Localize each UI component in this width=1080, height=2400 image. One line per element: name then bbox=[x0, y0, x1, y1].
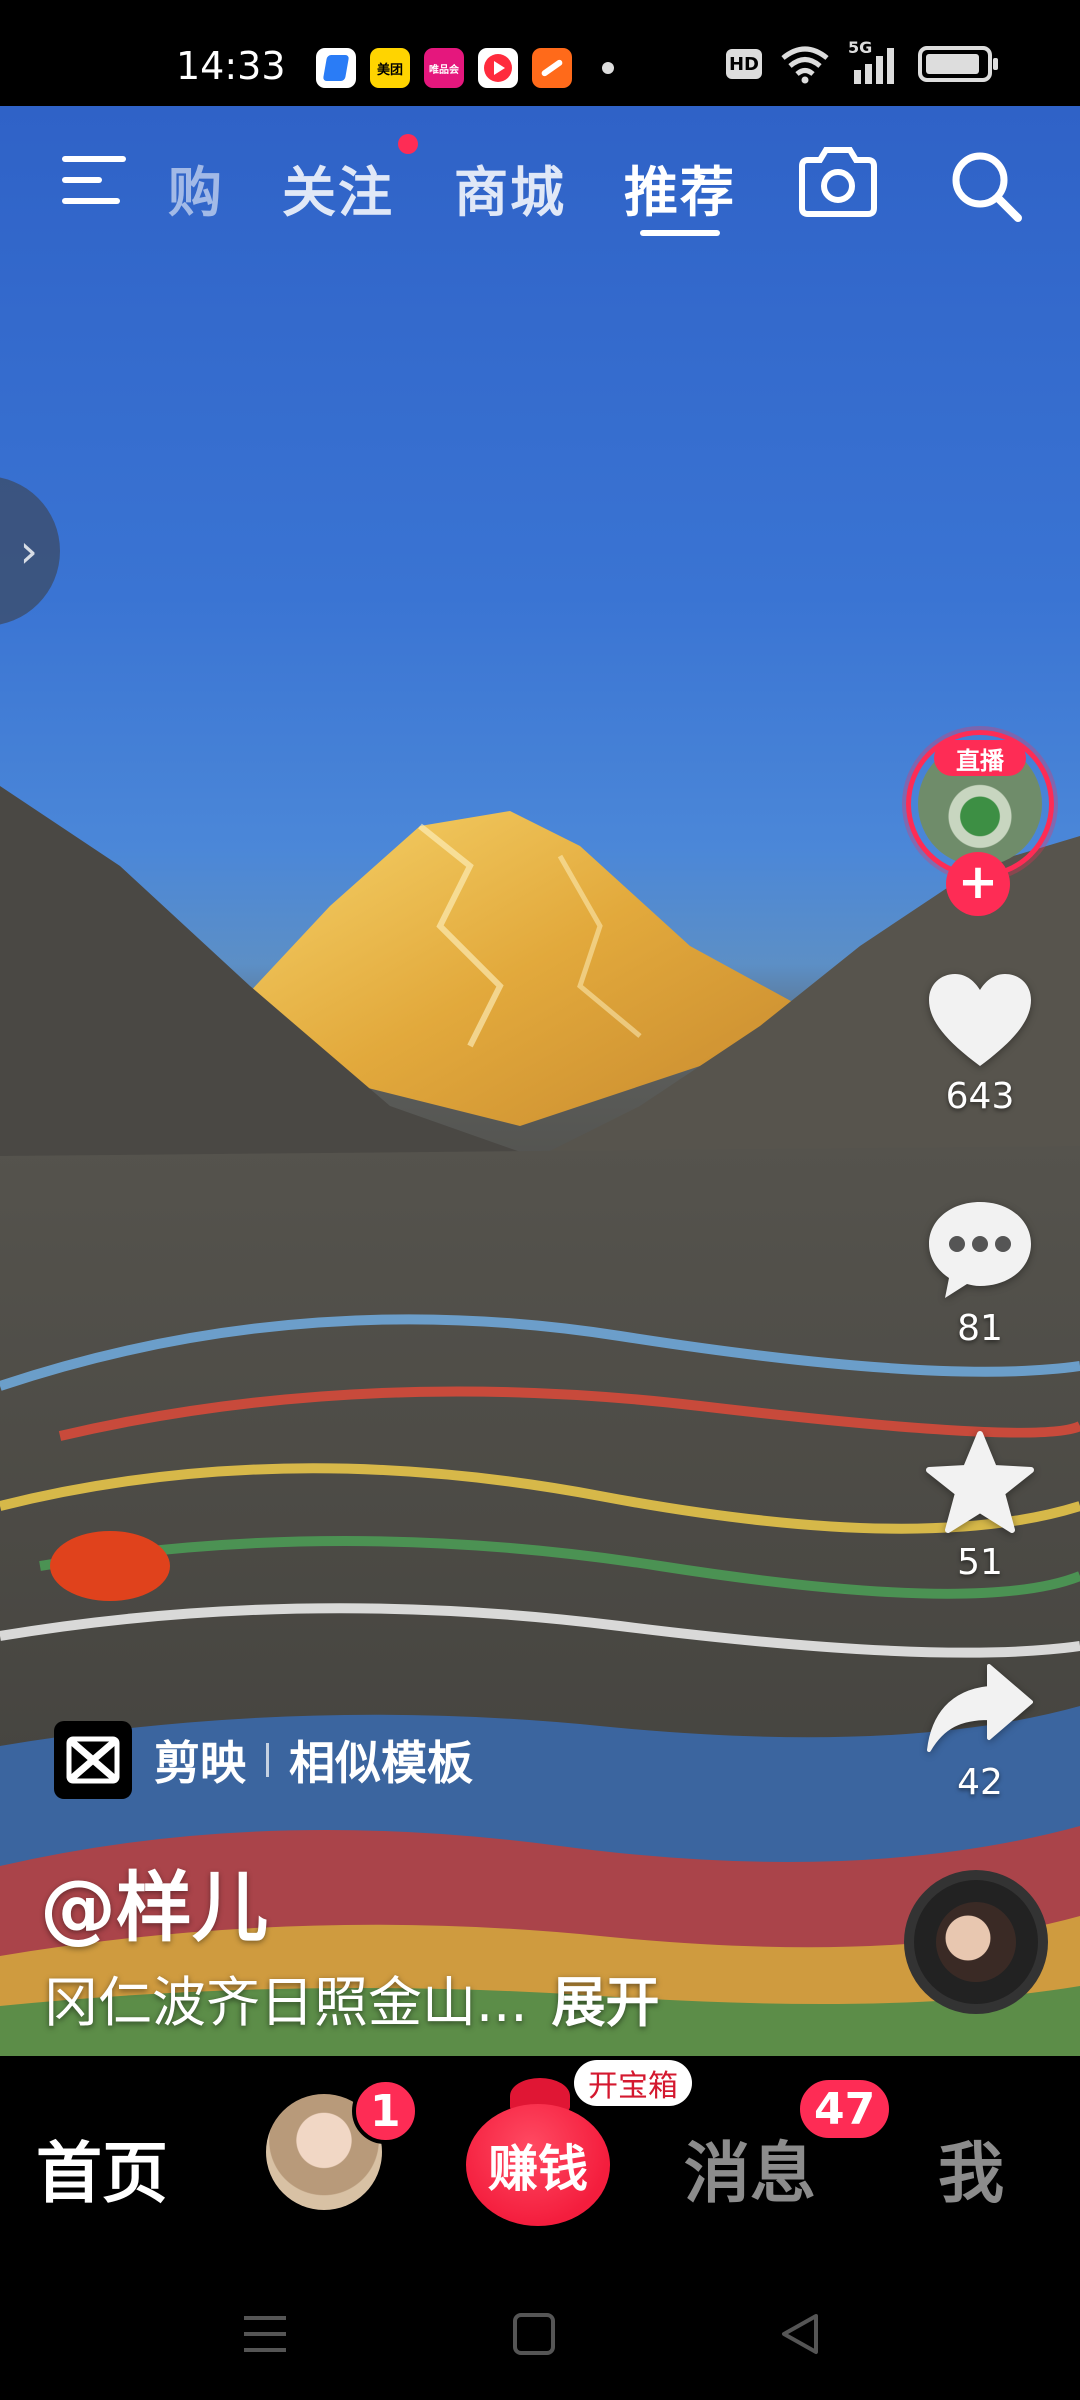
back-icon[interactable] bbox=[778, 2312, 822, 2356]
chevron-right-icon: › bbox=[19, 524, 38, 578]
signal-indicator: 5G bbox=[848, 38, 900, 84]
friends-badge: 1 bbox=[352, 2078, 419, 2144]
capcut-app-name: 剪映 bbox=[154, 1736, 246, 1790]
orange-app-icon bbox=[532, 48, 572, 88]
status-indicators: HD 5G bbox=[726, 38, 998, 84]
heart-icon bbox=[929, 974, 1031, 1066]
tab-messages[interactable]: 消息 bbox=[684, 2120, 816, 2216]
tab-recommended[interactable]: 推荐 bbox=[624, 148, 736, 227]
share-button[interactable]: 42 bbox=[918, 1660, 1042, 1803]
music-disc[interactable] bbox=[904, 1870, 1048, 2014]
status-time: 14:33 bbox=[176, 44, 286, 88]
blue-app-icon bbox=[316, 48, 356, 88]
comment-icon bbox=[929, 1202, 1031, 1298]
wifi-icon bbox=[781, 46, 829, 84]
treasure-box-label[interactable]: 开宝箱 bbox=[574, 2060, 692, 2106]
signal-icon bbox=[854, 48, 894, 84]
follow-button[interactable]: + bbox=[946, 852, 1010, 916]
similar-template-label: 相似模板 bbox=[289, 1736, 473, 1790]
tab-mall[interactable]: 商城 bbox=[454, 148, 566, 227]
status-bar: 14:33 美团 唯品会 HD 5G bbox=[0, 0, 1080, 106]
status-app-icons: 美团 唯品会 bbox=[316, 48, 614, 88]
expand-button[interactable]: 展开 bbox=[552, 1971, 660, 2034]
top-navigation: 购 关注 商城 推荐 bbox=[0, 134, 1080, 250]
messages-badge: 47 bbox=[796, 2076, 894, 2142]
search-icon[interactable] bbox=[948, 148, 1024, 224]
favorite-count: 51 bbox=[957, 1542, 1003, 1583]
music-cover bbox=[936, 1902, 1016, 1982]
tab-home[interactable]: 首页 bbox=[36, 2120, 168, 2216]
video-app-icon bbox=[478, 48, 518, 88]
divider bbox=[266, 1743, 269, 1777]
system-navigation-bar bbox=[0, 2256, 1080, 2400]
capcut-template-link[interactable]: 剪映 相似模板 bbox=[54, 1720, 473, 1800]
home-icon[interactable] bbox=[512, 2312, 556, 2356]
live-badge: 直播 bbox=[934, 740, 1026, 776]
comment-count: 81 bbox=[957, 1308, 1003, 1349]
camera-icon[interactable] bbox=[796, 146, 880, 218]
description-text: 冈仁波齐日照金山... bbox=[44, 1971, 528, 2034]
share-count: 42 bbox=[957, 1762, 1003, 1803]
menu-icon[interactable] bbox=[60, 152, 128, 208]
tab-following[interactable]: 关注 bbox=[282, 148, 394, 227]
capcut-icon bbox=[54, 1721, 132, 1799]
active-tab-indicator bbox=[640, 230, 720, 236]
vip-shop-icon: 唯品会 bbox=[424, 48, 464, 88]
like-count: 643 bbox=[945, 1076, 1015, 1117]
star-icon bbox=[926, 1431, 1034, 1533]
hd-badge: HD bbox=[726, 49, 762, 79]
recent-apps-icon[interactable] bbox=[242, 2312, 288, 2356]
following-notification-dot bbox=[398, 134, 418, 154]
video-description: 冈仁波齐日照金山... 展开 bbox=[44, 1958, 660, 2037]
share-icon bbox=[927, 1664, 1033, 1752]
tab-shopping[interactable]: 购 bbox=[168, 148, 224, 227]
favorite-button[interactable]: 51 bbox=[918, 1430, 1042, 1583]
tab-earn[interactable]: 赚钱 bbox=[466, 2104, 610, 2226]
tab-me[interactable]: 我 bbox=[938, 2120, 1004, 2216]
like-button[interactable]: 643 bbox=[918, 970, 1042, 1117]
comment-button[interactable]: 81 bbox=[918, 1198, 1042, 1349]
battery-icon bbox=[918, 46, 998, 82]
meituan-icon: 美团 bbox=[370, 48, 410, 88]
author-name[interactable]: @样儿 bbox=[40, 1846, 268, 1956]
bottom-tab-bar: 首页 1 赚钱 开宝箱 消息 47 我 bbox=[0, 2056, 1080, 2256]
more-notifications-dot bbox=[602, 62, 614, 74]
